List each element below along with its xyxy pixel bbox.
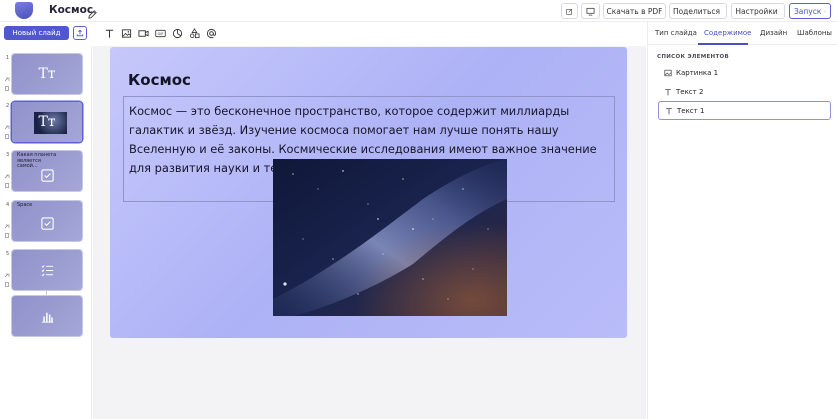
slide-thumbnail[interactable]: Tт xyxy=(12,54,82,94)
slide-list: 1 Tт 2 Tт 3 Какая планета является самой… xyxy=(0,46,92,419)
slide-canvas[interactable]: Космос Космос — это бесконечное простран… xyxy=(110,47,627,338)
download-pdf-label: Скачать в PDF xyxy=(606,6,663,16)
share-button[interactable]: Поделиться xyxy=(669,3,727,19)
launch-button[interactable]: Запуск xyxy=(789,3,831,19)
text-icon xyxy=(666,107,672,114)
slide-actions xyxy=(4,174,10,188)
slide-item[interactable]: 3 Какая планета является самой... xyxy=(0,151,92,193)
at-sign-icon[interactable] xyxy=(206,28,217,39)
preview-button[interactable] xyxy=(581,3,600,19)
element-item-text-2[interactable]: Текст 2 xyxy=(658,82,831,101)
text-slide-icon: Tт xyxy=(38,66,56,82)
text-tool-icon[interactable] xyxy=(104,28,115,39)
launch-label: Запуск xyxy=(794,6,822,16)
pencil-icon[interactable] xyxy=(87,5,98,19)
trash-icon[interactable] xyxy=(4,85,10,91)
insert-toolbar: GIF xyxy=(104,28,217,39)
slide-actions xyxy=(4,125,10,139)
properties-panel: Тип слайда Содержимое Дизайн Шаблоны СПИ… xyxy=(647,22,837,419)
active-tab-indicator xyxy=(698,43,748,45)
share-label: Поделиться xyxy=(672,6,721,16)
thumbnail-text: Space xyxy=(17,202,33,208)
slide-thumbnail[interactable]: Space xyxy=(12,201,82,241)
shapes-tool-icon[interactable] xyxy=(189,28,200,39)
thumbnail-text: Какая планета является самой... xyxy=(17,152,57,169)
tab-design[interactable]: Дизайн xyxy=(760,29,787,37)
svg-text:GIF: GIF xyxy=(157,32,163,36)
slide-actions xyxy=(4,224,10,238)
monitor-icon xyxy=(586,7,595,16)
upload-icon xyxy=(76,29,84,37)
tab-slide-type[interactable]: Тип слайда xyxy=(655,29,697,37)
download-pdf-button[interactable]: Скачать в PDF xyxy=(603,3,666,19)
slide-item[interactable] xyxy=(0,296,92,338)
upload-button[interactable] xyxy=(73,26,87,40)
slide-thumbnail[interactable] xyxy=(12,250,82,290)
checkbox-icon xyxy=(40,216,54,230)
slide-number: 2 xyxy=(6,103,10,109)
trash-icon[interactable] xyxy=(4,281,10,287)
element-item-image[interactable]: Картинка 1 xyxy=(658,63,831,82)
slide-number: 4 xyxy=(6,202,10,208)
element-list-heading: СПИСОК ЭЛЕМЕНТОВ xyxy=(657,54,729,60)
element-item-text-1[interactable]: Текст 1 xyxy=(658,101,831,120)
slide-item[interactable]: 5 xyxy=(0,250,92,292)
checkbox-icon xyxy=(40,168,54,182)
slide-number: 3 xyxy=(6,152,10,158)
slide-thumbnail[interactable] xyxy=(12,296,82,336)
element-label: Текст 2 xyxy=(676,87,704,96)
slide-title[interactable]: Космос xyxy=(128,71,191,89)
element-label: Картинка 1 xyxy=(676,68,719,77)
panel-tabs: Тип слайда Содержимое Дизайн Шаблоны xyxy=(648,22,837,45)
slide-item[interactable]: 4 Space xyxy=(0,201,92,243)
link-icon[interactable] xyxy=(4,77,10,83)
slide-item[interactable]: 2 Tт xyxy=(0,102,92,144)
trash-icon[interactable] xyxy=(4,182,10,188)
link-icon[interactable] xyxy=(4,174,10,180)
text-icon xyxy=(665,88,671,95)
slide-thumbnail[interactable]: Какая планета является самой... xyxy=(12,151,82,191)
new-slide-button[interactable]: Новый слайд xyxy=(4,26,69,40)
edit-icon xyxy=(566,8,573,15)
top-bar: Космос Скачать в PDF Поделиться Настройк… xyxy=(0,0,837,22)
slide-number: 1 xyxy=(6,55,10,61)
play-icon xyxy=(824,10,826,12)
link-icon[interactable] xyxy=(4,224,10,230)
trash-icon[interactable] xyxy=(4,232,10,238)
video-tool-icon[interactable] xyxy=(138,28,149,39)
slide-actions xyxy=(4,273,10,287)
slide-item[interactable]: 1 Tт xyxy=(0,54,92,96)
trash-icon[interactable] xyxy=(4,133,10,139)
text-slide-icon: Tт xyxy=(38,114,56,130)
bar-chart-icon xyxy=(41,312,53,323)
edit-mode-button[interactable] xyxy=(561,3,578,19)
tab-templates[interactable]: Шаблоны xyxy=(797,29,832,37)
link-icon[interactable] xyxy=(4,273,10,279)
slide-thumbnail[interactable]: Tт xyxy=(12,102,82,142)
milky-way-image xyxy=(273,159,507,316)
space-photo[interactable] xyxy=(273,159,507,316)
checklist-icon xyxy=(41,264,53,276)
tab-content[interactable]: Содержимое xyxy=(704,29,752,37)
chart-tool-icon[interactable] xyxy=(172,28,183,39)
settings-label: Настройки xyxy=(735,6,778,16)
image-icon xyxy=(664,69,672,76)
app-logo[interactable] xyxy=(15,2,33,19)
element-label: Текст 1 xyxy=(677,106,705,115)
slide-actions xyxy=(4,77,10,91)
gif-tool-icon[interactable]: GIF xyxy=(155,28,166,39)
settings-button[interactable]: Настройки xyxy=(731,3,785,19)
slide-number: 5 xyxy=(6,251,10,257)
image-tool-icon[interactable] xyxy=(121,28,132,39)
link-icon[interactable] xyxy=(4,125,10,131)
